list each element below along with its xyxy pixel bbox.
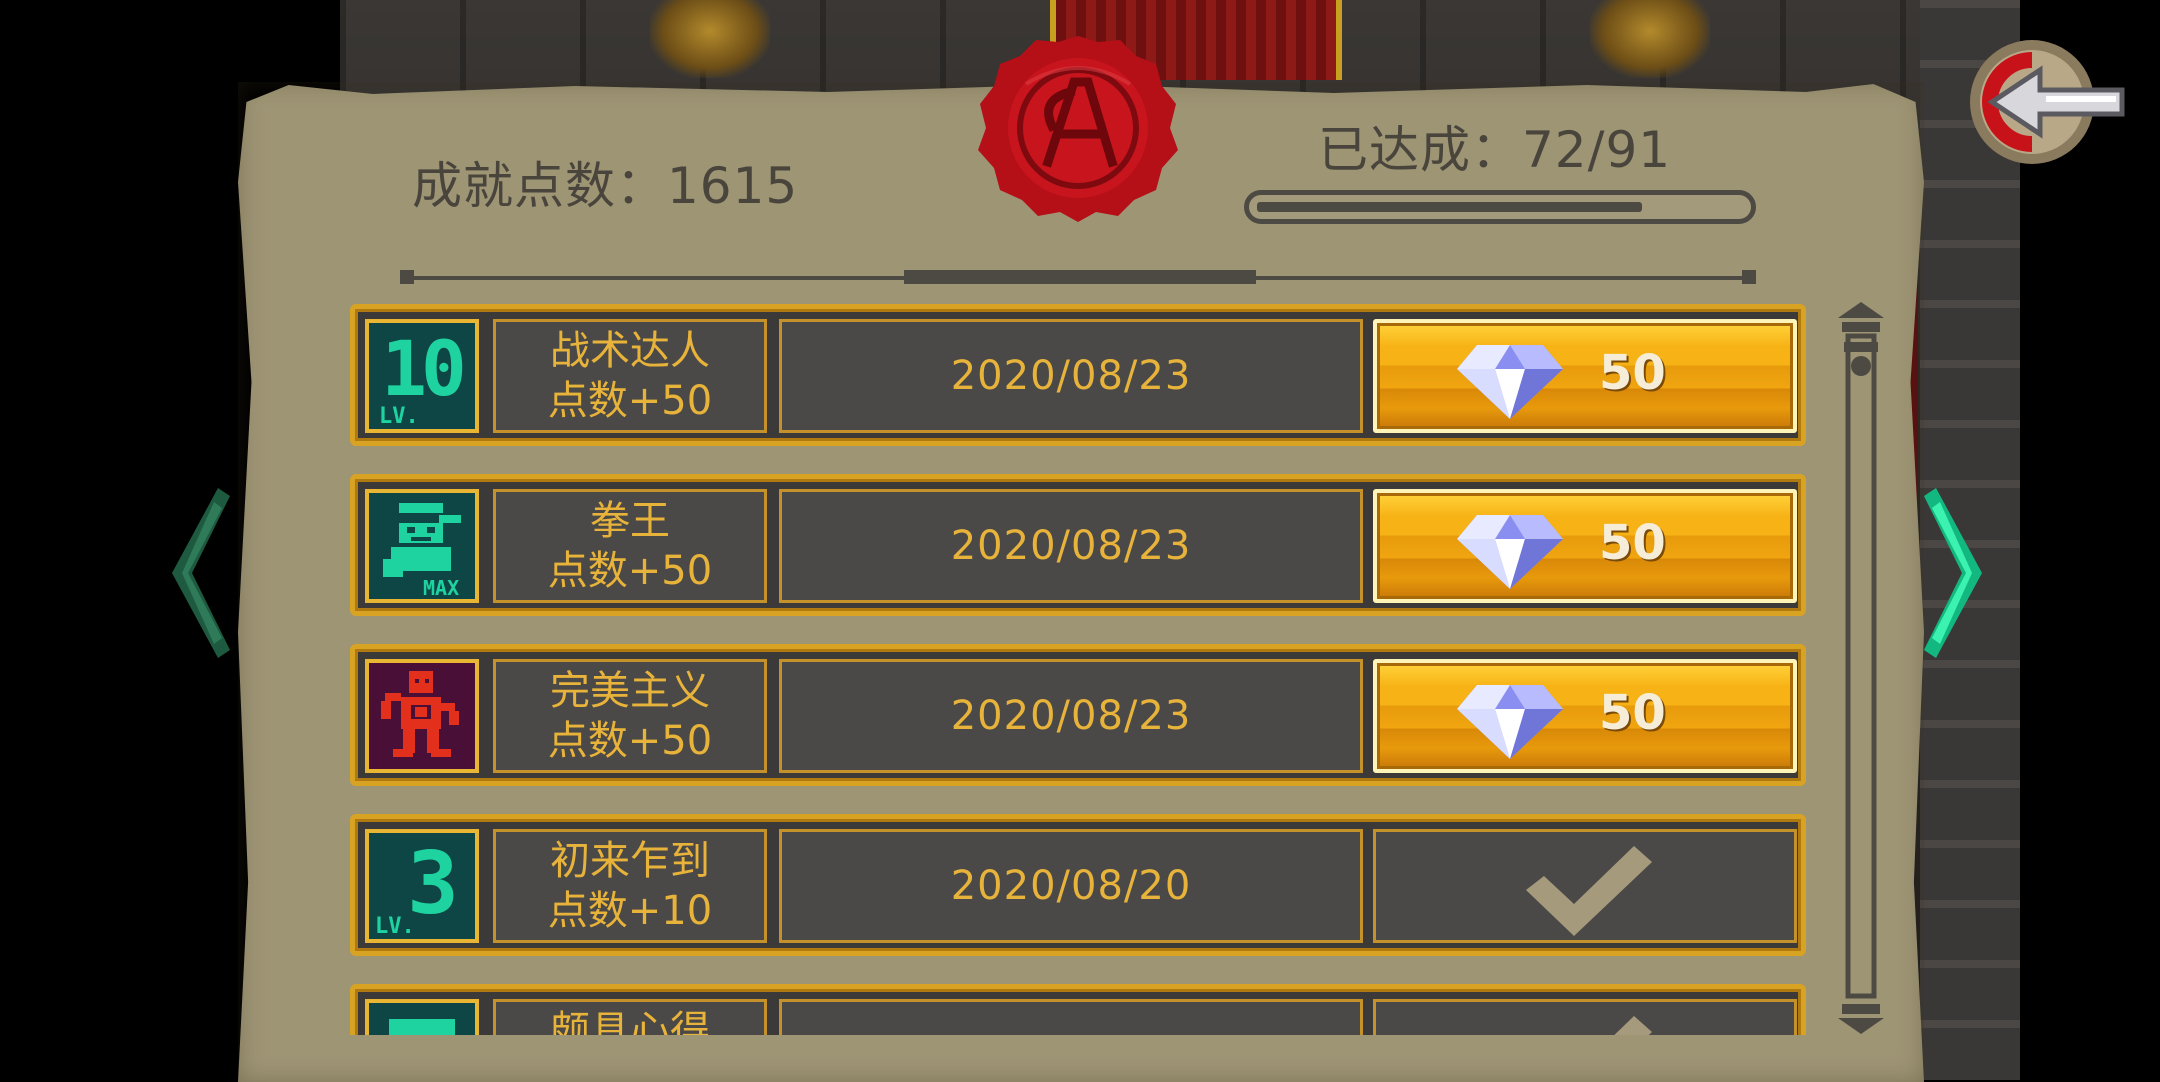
header-divider-center [904, 270, 1256, 284]
achievement-row[interactable]: MAX 拳王 点数+50 2020/08/23 50 [350, 474, 1806, 616]
achievement-date [779, 999, 1363, 1035]
partial-icon [365, 999, 479, 1035]
back-arrow-button[interactable] [1962, 32, 2132, 172]
achievement-date: 2020/08/23 [779, 319, 1363, 433]
golden-statue-left [650, 0, 770, 78]
diamond-icon [1457, 345, 1563, 419]
scrollbar-thumb[interactable] [1851, 356, 1871, 376]
divider-end-left [400, 270, 414, 284]
claim-reward-button[interactable]: 50 [1373, 489, 1797, 603]
checkmark-icon [1614, 1016, 1652, 1035]
achievement-name-cell: 完美主义 点数+50 [493, 659, 767, 773]
achievement-name-cell: 拳王 点数+50 [493, 489, 767, 603]
achievement-points: 点数+50 [547, 378, 713, 424]
svg-text:3: 3 [407, 834, 459, 934]
golden-statue-right [1590, 0, 1710, 78]
achievement-name: 拳王 [590, 498, 670, 544]
completion-progress-bar [1244, 190, 1756, 224]
diamond-icon [1457, 515, 1563, 589]
claim-reward-button[interactable]: 50 [1373, 319, 1797, 433]
perfectionist-icon [365, 659, 479, 773]
checkmark-icon [1526, 846, 1652, 936]
claim-reward-button[interactable]: 50 [1373, 659, 1797, 773]
achievement-name-cell: 颇具心得 [493, 999, 767, 1035]
wax-seal-icon [978, 36, 1178, 222]
reward-amount: 50 [1599, 685, 1666, 741]
svg-text:LV.: LV. [375, 914, 415, 939]
achievement-points: 点数+50 [547, 718, 713, 764]
achievement-points: 点数+10 [547, 888, 713, 934]
reward-amount: 50 [1599, 345, 1666, 401]
divider-end-right [1742, 270, 1756, 284]
achievement-name: 颇具心得 [550, 1008, 710, 1035]
achievement-date: 2020/08/23 [779, 489, 1363, 603]
reward-claimed-indicator [1373, 829, 1797, 943]
achievement-points: 点数+50 [547, 548, 713, 594]
svg-text:10: 10 [381, 324, 463, 413]
achievement-name: 战术达人 [550, 328, 710, 374]
previous-page-arrow[interactable] [168, 488, 230, 658]
achievement-name: 初来乍到 [550, 838, 710, 884]
svg-text:LV.: LV. [379, 404, 419, 429]
achievement-row[interactable]: 10 LV. 战术达人 点数+50 2020/08/23 50 [350, 304, 1806, 446]
list-scrollbar[interactable] [1838, 302, 1884, 1034]
achievement-date: 2020/08/23 [779, 659, 1363, 773]
achievement-date: 2020/08/20 [779, 829, 1363, 943]
next-page-arrow[interactable] [1924, 488, 1986, 658]
achievement-name: 完美主义 [550, 668, 710, 714]
completed-count-label: 已达成：72/91 [1318, 121, 1672, 179]
diamond-icon [1457, 685, 1563, 759]
svg-text:MAX: MAX [423, 576, 459, 599]
achievement-name-cell: 初来乍到 点数+10 [493, 829, 767, 943]
boxer-icon: MAX [365, 489, 479, 603]
achievement-list[interactable]: 10 LV. 战术达人 点数+50 2020/08/23 50 MAX 拳王 点… [350, 300, 1810, 1035]
achievement-row[interactable]: 颇具心得 [350, 984, 1806, 1035]
achievement-row[interactable]: 3 LV. 初来乍到 点数+10 2020/08/20 [350, 814, 1806, 956]
reward-claimed-indicator [1373, 999, 1797, 1035]
reward-amount: 50 [1599, 515, 1666, 571]
achievement-name-cell: 战术达人 点数+50 [493, 319, 767, 433]
completion-progress-fill [1257, 202, 1642, 212]
level-3-icon: 3 LV. [365, 829, 479, 943]
achievement-row[interactable]: 完美主义 点数+50 2020/08/23 50 [350, 644, 1806, 786]
level-10-icon: 10 LV. [365, 319, 479, 433]
achievement-points-label: 成就点数：1615 [412, 157, 799, 215]
